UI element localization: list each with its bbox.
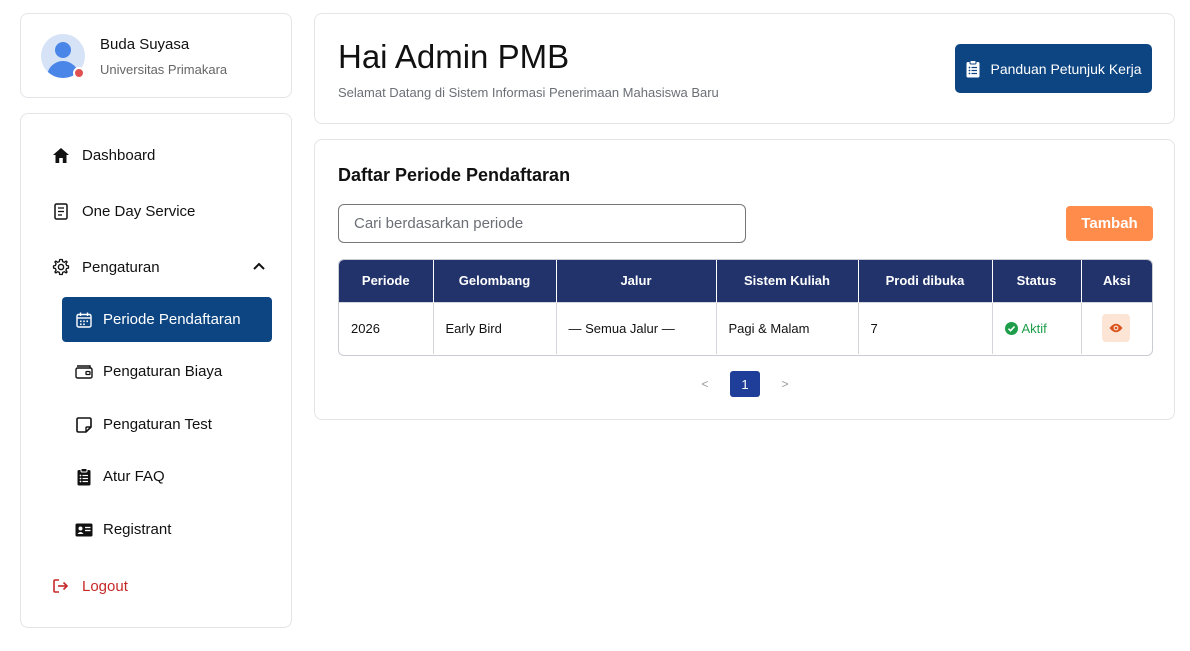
- gear-icon: [51, 257, 71, 277]
- logout-label: Logout: [82, 577, 128, 595]
- check-circle-icon: [1004, 321, 1018, 335]
- next-page-button[interactable]: >: [775, 377, 795, 391]
- registration-period-panel: Daftar Periode Pendaftaran Tambah Period…: [314, 139, 1175, 420]
- eye-icon: [1109, 321, 1123, 336]
- sidebar-item-label: Dashboard: [82, 146, 156, 164]
- home-icon: [51, 145, 71, 165]
- cell-aksi: [1081, 301, 1152, 354]
- sidebar-item-pengaturan-test[interactable]: Pengaturan Test: [62, 402, 272, 447]
- welcome-header: Hai Admin PMB Selamat Datang di Sistem I…: [314, 13, 1175, 124]
- table-row: 2026 Early Bird — Semua Jalur — Pagi & M…: [339, 301, 1152, 354]
- logout-button[interactable]: Logout: [51, 574, 128, 598]
- prev-page-button[interactable]: <: [695, 377, 715, 391]
- table-header-row: Periode Gelombang Jalur Sistem Kuliah Pr…: [339, 260, 1152, 302]
- avatar-head: [55, 42, 71, 58]
- clipboard-icon: [966, 59, 982, 78]
- page-title: Hai Admin PMB: [338, 38, 570, 75]
- guide-button[interactable]: Panduan Petunjuk Kerja: [955, 44, 1152, 93]
- sidebar-item-one-day-service[interactable]: One Day Service: [51, 199, 195, 223]
- sidebar-item-label: Periode Pendaftaran: [103, 311, 241, 328]
- pagination: < 1 >: [695, 371, 795, 397]
- column-header-sistem-kuliah: Sistem Kuliah: [716, 260, 859, 302]
- sidebar-item-label: Pengaturan Biaya: [103, 363, 223, 380]
- sidebar-item-registrant[interactable]: Registrant: [62, 507, 272, 552]
- clipboard-icon: [74, 467, 94, 487]
- sidebar-item-atur-faq[interactable]: Atur FAQ: [62, 454, 272, 499]
- sidebar-item-label: Pengaturan Test: [103, 416, 212, 433]
- cell-jalur: — Semua Jalur —: [556, 301, 717, 354]
- status-dot: [73, 67, 85, 79]
- wallet-icon: [74, 362, 94, 382]
- column-header-gelombang: Gelombang: [433, 260, 557, 302]
- note-icon: [74, 415, 94, 435]
- chevron-up-icon[interactable]: [252, 259, 266, 277]
- cell-gelombang: Early Bird: [433, 301, 557, 354]
- status-badge: Aktif: [1004, 320, 1081, 336]
- sidebar-item-periode-pendaftaran[interactable]: Periode Pendaftaran: [62, 297, 272, 342]
- column-header-prodi-dibuka: Prodi dibuka: [858, 260, 993, 302]
- column-header-aksi: Aksi: [1081, 260, 1152, 302]
- id-card-icon: [74, 520, 94, 540]
- period-table: Periode Gelombang Jalur Sistem Kuliah Pr…: [338, 259, 1153, 356]
- sidebar-item-label: Pengaturan: [82, 258, 160, 276]
- logout-icon: [51, 576, 71, 596]
- cell-sistem-kuliah: Pagi & Malam: [716, 301, 859, 354]
- profile-name: Buda Suyasa: [100, 36, 190, 53]
- profile-card: Buda Suyasa Universitas Primakara: [20, 13, 292, 98]
- cell-prodi-dibuka: 7: [858, 301, 993, 354]
- document-icon: [51, 201, 71, 221]
- cell-status: Aktif: [992, 301, 1082, 354]
- guide-button-label: Panduan Petunjuk Kerja: [990, 60, 1142, 77]
- column-header-jalur: Jalur: [556, 260, 717, 302]
- search-input[interactable]: [338, 204, 746, 243]
- sidebar-item-pengaturan-biaya[interactable]: Pengaturan Biaya: [62, 349, 272, 394]
- sidebar-item-dashboard[interactable]: Dashboard: [51, 143, 155, 167]
- sidebar-item-label: Atur FAQ: [103, 468, 165, 485]
- sidebar: Dashboard One Day Service Pengaturan Per…: [20, 113, 292, 628]
- cell-periode: 2026: [339, 301, 434, 354]
- add-button[interactable]: Tambah: [1066, 206, 1153, 241]
- profile-organization: Universitas Primakara: [100, 62, 228, 77]
- section-title: Daftar Periode Pendaftaran: [338, 165, 571, 185]
- page-subtitle: Selamat Datang di Sistem Informasi Pener…: [338, 85, 719, 100]
- sidebar-item-label: Registrant: [103, 521, 172, 538]
- page-number-button[interactable]: 1: [730, 371, 760, 397]
- sidebar-item-label: One Day Service: [82, 202, 196, 220]
- sidebar-item-pengaturan[interactable]: Pengaturan: [51, 255, 266, 279]
- column-header-periode: Periode: [339, 260, 434, 302]
- view-button[interactable]: [1101, 314, 1130, 343]
- status-label: Aktif: [1021, 320, 1047, 336]
- calendar-icon: [74, 310, 94, 330]
- column-header-status: Status: [992, 260, 1082, 302]
